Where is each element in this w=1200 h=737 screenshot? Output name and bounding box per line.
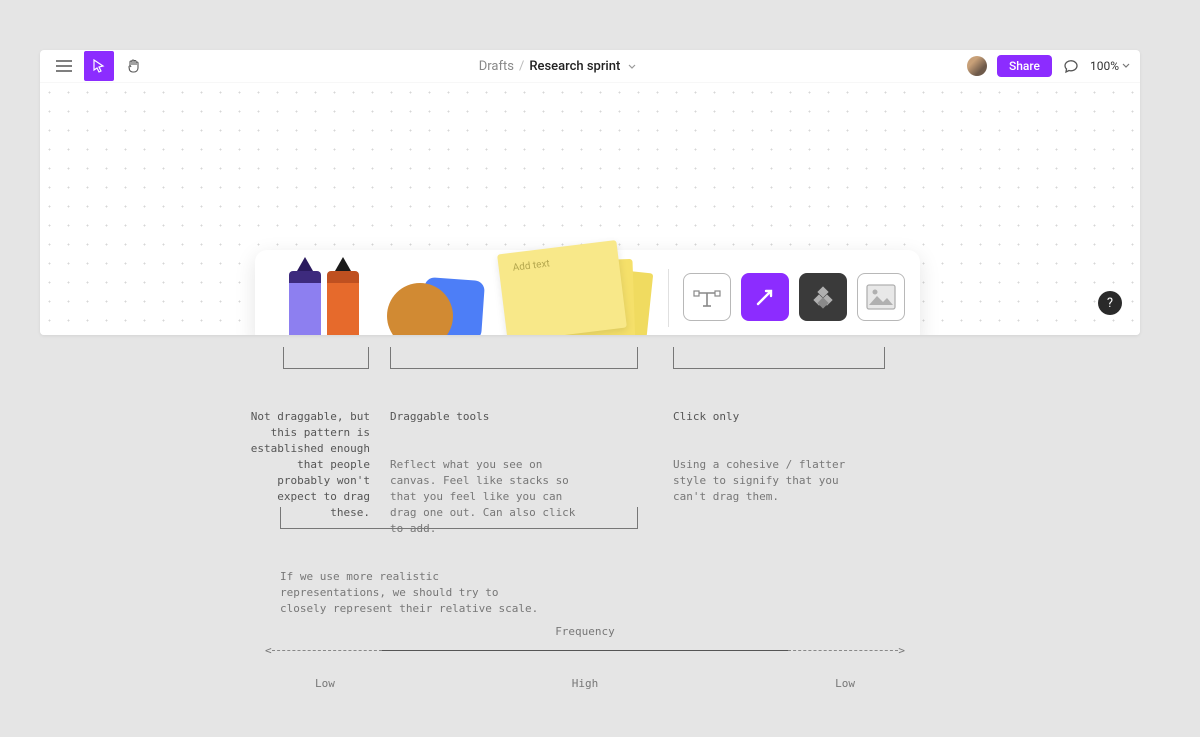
sticky-note-icon: Add text	[497, 240, 627, 335]
bracket	[390, 347, 638, 369]
connector-tool-button[interactable]	[741, 273, 789, 321]
frequency-axis: < >	[265, 650, 905, 651]
toolbar: Add text	[255, 250, 920, 335]
frequency-low-right: Low	[675, 677, 905, 690]
avatar[interactable]	[967, 56, 987, 76]
text-tool-button[interactable]	[683, 273, 731, 321]
chevron-down-icon	[1122, 63, 1130, 69]
annotation-markers: Not draggable, but this pattern is estab…	[251, 410, 370, 519]
frequency-title: Frequency	[265, 625, 905, 638]
stamp-tool-button[interactable]	[799, 273, 847, 321]
topbar: Drafts / Research sprint Share 100%	[40, 50, 1140, 83]
hand-tool-button[interactable]	[120, 52, 148, 80]
bracket	[283, 347, 369, 369]
hamburger-menu-icon[interactable]	[50, 52, 78, 80]
annotation-scale-body: If we use more realistic representations…	[280, 570, 538, 615]
zoom-control[interactable]: 100%	[1090, 59, 1130, 73]
breadcrumb-separator: /	[519, 59, 524, 74]
help-icon: ?	[1107, 296, 1113, 311]
zoom-value: 100%	[1090, 59, 1119, 73]
help-button[interactable]: ?	[1098, 291, 1122, 315]
comment-icon[interactable]	[1062, 57, 1080, 75]
bracket	[673, 347, 885, 369]
sticky-note-tool[interactable]: Add text	[499, 250, 654, 335]
chevron-down-icon[interactable]	[628, 59, 636, 74]
breadcrumb[interactable]: Drafts / Research sprint	[148, 59, 967, 74]
select-tool-button[interactable]	[84, 51, 114, 81]
annotation-click-body: Using a cohesive / flatter style to sign…	[673, 458, 845, 503]
canvas[interactable]: Add text ?	[40, 83, 1140, 335]
frequency-labels: Low High Low	[265, 677, 905, 690]
breadcrumb-folder[interactable]: Drafts	[479, 59, 514, 74]
annotation-drag-heading: Draggable tools	[390, 410, 489, 423]
marker-tool[interactable]	[269, 250, 379, 335]
sticky-note-placeholder: Add text	[512, 258, 550, 273]
frequency-low-left: Low	[265, 677, 495, 690]
toolbar-divider	[668, 269, 669, 327]
share-button[interactable]: Share	[997, 55, 1052, 77]
arrow-left-icon: <	[265, 644, 272, 657]
marker-purple-icon	[289, 253, 321, 335]
annotation-click-heading: Click only	[673, 410, 739, 423]
marker-orange-icon	[327, 253, 359, 335]
breadcrumb-title[interactable]: Research sprint	[529, 59, 620, 74]
app-window: Drafts / Research sprint Share 100%	[40, 50, 1140, 335]
arrow-right-icon: >	[898, 644, 905, 657]
shape-tool[interactable]	[379, 250, 499, 335]
bracket	[280, 507, 638, 529]
frequency-high: High	[495, 677, 675, 690]
image-tool-button[interactable]	[857, 273, 905, 321]
